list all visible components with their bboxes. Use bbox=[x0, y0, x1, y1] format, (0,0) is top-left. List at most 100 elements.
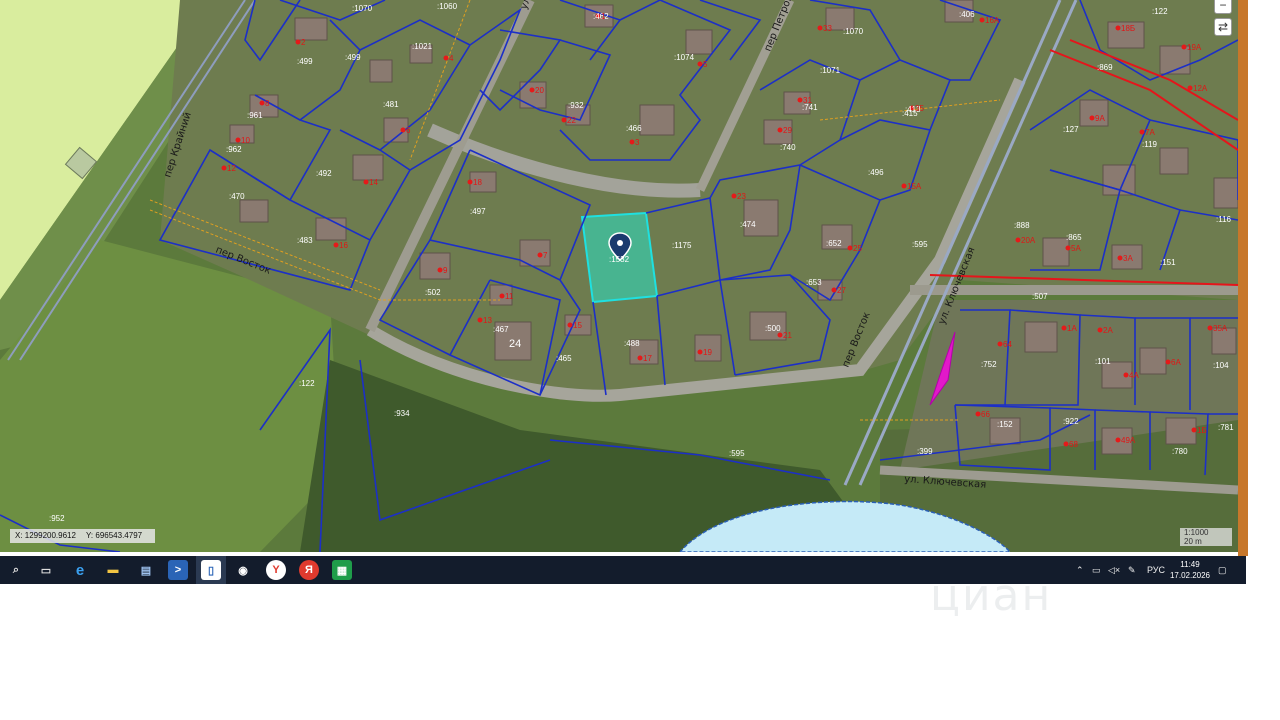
house-number-label: 27 bbox=[837, 286, 846, 295]
scale-distance: 20 m bbox=[1184, 537, 1202, 546]
house-number-label: 31 bbox=[803, 96, 812, 105]
parcel-label: :399 bbox=[917, 447, 933, 456]
parcel-label: :781 bbox=[1218, 423, 1234, 432]
house-number-label: 12 bbox=[227, 164, 236, 173]
app-window-icon[interactable]: ▤ bbox=[136, 560, 156, 580]
house-number-label: 49А bbox=[1121, 436, 1136, 445]
layers-button[interactable]: ⇄ bbox=[1214, 18, 1232, 36]
spreadsheet-icon[interactable]: ▦ bbox=[332, 560, 352, 580]
task-view-icon[interactable]: ▭ bbox=[36, 560, 56, 580]
parcel-label: :481 bbox=[383, 100, 399, 109]
window-edge bbox=[1238, 0, 1248, 556]
parcel-label: :151 bbox=[1160, 258, 1176, 267]
parcel-label: :474 bbox=[740, 220, 756, 229]
house-number-label: 23 bbox=[737, 192, 746, 201]
parcel-label: :1071 bbox=[820, 66, 841, 75]
parcel-label: :470 bbox=[229, 192, 245, 201]
house-number-label: 12А bbox=[1193, 84, 1208, 93]
notification-icon[interactable]: ▢ bbox=[1218, 556, 1227, 584]
coord-x: X: 1299200.9612 bbox=[15, 531, 76, 540]
scale-ratio: 1:1000 bbox=[1184, 528, 1209, 537]
parcel-label: :502 bbox=[425, 288, 441, 297]
house-number-label: 16 bbox=[339, 241, 348, 250]
house-number-label: 22 bbox=[567, 116, 576, 125]
house-number-label: 9А bbox=[1095, 114, 1105, 123]
parcel-label: :492 bbox=[316, 169, 332, 178]
house-number-label: 35А bbox=[1213, 324, 1228, 333]
parcel-label: :752 bbox=[981, 360, 997, 369]
parcel-label: :483 bbox=[297, 236, 313, 245]
parcel-label: :122 bbox=[1152, 7, 1168, 16]
parcel-label: :888 bbox=[1014, 221, 1030, 230]
parcel-label: :952 bbox=[49, 514, 65, 523]
clock[interactable]: 11:49 17.02.2026 bbox=[1166, 559, 1214, 581]
parcel-label: :1021 bbox=[412, 42, 433, 51]
house-number-label: 35 bbox=[915, 104, 924, 113]
parcel-label: :127 bbox=[1063, 125, 1079, 134]
house-number-label: 11 bbox=[505, 292, 514, 301]
parcel-label: 24 bbox=[509, 338, 521, 350]
search-icon[interactable]: ⌕ bbox=[6, 560, 26, 580]
house-number-label: 2А bbox=[1103, 326, 1113, 335]
house-number-label: 19 bbox=[703, 348, 712, 357]
parcel-label: :595 bbox=[912, 240, 928, 249]
house-number-label: 18Б bbox=[1121, 24, 1135, 33]
house-number-label: 10 bbox=[241, 136, 250, 145]
house-number-label: 1 bbox=[601, 12, 606, 21]
parcel-label: :1060 bbox=[437, 2, 458, 11]
house-number-label: 33 bbox=[823, 24, 832, 33]
terminal-icon[interactable]: > bbox=[168, 560, 188, 580]
house-number-label: 7А bbox=[1145, 128, 1155, 137]
house-number-label: 29 bbox=[783, 126, 792, 135]
parcel-label: :740 bbox=[780, 143, 796, 152]
house-number-label: 25 bbox=[853, 244, 862, 253]
parcel-label: :922 bbox=[1063, 417, 1079, 426]
yandex-icon[interactable]: Я bbox=[299, 560, 319, 580]
house-number-label: 6 bbox=[406, 126, 411, 135]
parcel-label: :488 bbox=[624, 339, 640, 348]
parcel-label: :406 bbox=[959, 10, 975, 19]
document-icon[interactable]: ▯ bbox=[201, 560, 221, 580]
scale-bar: 1:1000 20 m bbox=[1180, 528, 1232, 546]
house-number-label: 66 bbox=[981, 410, 990, 419]
parcel-label: :101 bbox=[1095, 357, 1111, 366]
edge-icon[interactable]: e bbox=[70, 560, 90, 580]
yandex-browser-icon[interactable]: Y bbox=[266, 560, 286, 580]
house-number-label: 16А bbox=[985, 16, 1000, 25]
house-number-label: 64 bbox=[1003, 340, 1012, 349]
parcel-label: :499 bbox=[345, 53, 361, 62]
parcel-label: :934 bbox=[394, 409, 410, 418]
parcel-label: :595 bbox=[729, 449, 745, 458]
parcel-label: :652 bbox=[826, 239, 842, 248]
parcel-label: :1175 bbox=[672, 241, 692, 250]
file-explorer-icon[interactable]: ▬ bbox=[103, 560, 123, 580]
clock-time: 11:49 bbox=[1180, 560, 1200, 569]
language-indicator[interactable]: РУС bbox=[1147, 556, 1165, 584]
house-number-label: 8 bbox=[265, 99, 270, 108]
parcel-label: :497 bbox=[470, 207, 486, 216]
parcel-label: :1070 bbox=[352, 4, 373, 13]
house-number-label: 3 bbox=[635, 138, 640, 147]
parcel-label: :507 bbox=[1032, 292, 1048, 301]
house-number-label: 21 bbox=[783, 331, 792, 340]
zoom-out-button[interactable]: − bbox=[1214, 0, 1232, 14]
parcel-label: :932 bbox=[568, 101, 584, 110]
house-number-label: 20А bbox=[1021, 236, 1036, 245]
house-number-label: 9 bbox=[443, 266, 448, 275]
parcel-label: :869 bbox=[1097, 63, 1113, 72]
coord-y: Y: 696543.4797 bbox=[86, 531, 143, 540]
parcel-label: :467 bbox=[493, 325, 509, 334]
house-number-label: 5 bbox=[703, 60, 708, 69]
browser-icon[interactable]: ◉ bbox=[233, 560, 253, 580]
house-number-label: 13 bbox=[483, 316, 492, 325]
house-number-label: 18 bbox=[473, 178, 482, 187]
parcel-label: :500 bbox=[765, 324, 781, 333]
house-number-label: 4 bbox=[449, 54, 454, 63]
parcel-label: :499 bbox=[297, 57, 313, 66]
house-number-label: 14 bbox=[369, 178, 378, 187]
watermark: циан bbox=[930, 570, 1053, 621]
house-number-label: 2 bbox=[301, 38, 306, 47]
house-number-label: 19А bbox=[1187, 43, 1202, 52]
cadastral-map[interactable]: :1070:1060:1021:499:481:499:961:962:492:… bbox=[0, 0, 1238, 552]
parcel-label: :152 bbox=[997, 420, 1013, 429]
